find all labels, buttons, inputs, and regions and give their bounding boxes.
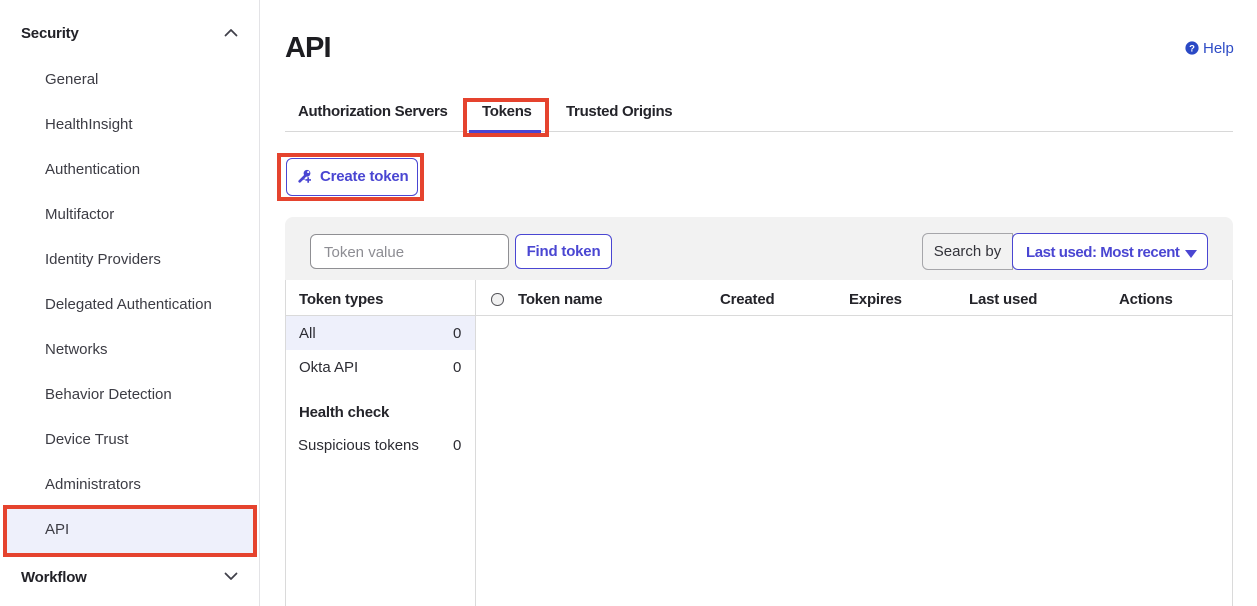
svg-text:?: ? (1189, 43, 1195, 54)
